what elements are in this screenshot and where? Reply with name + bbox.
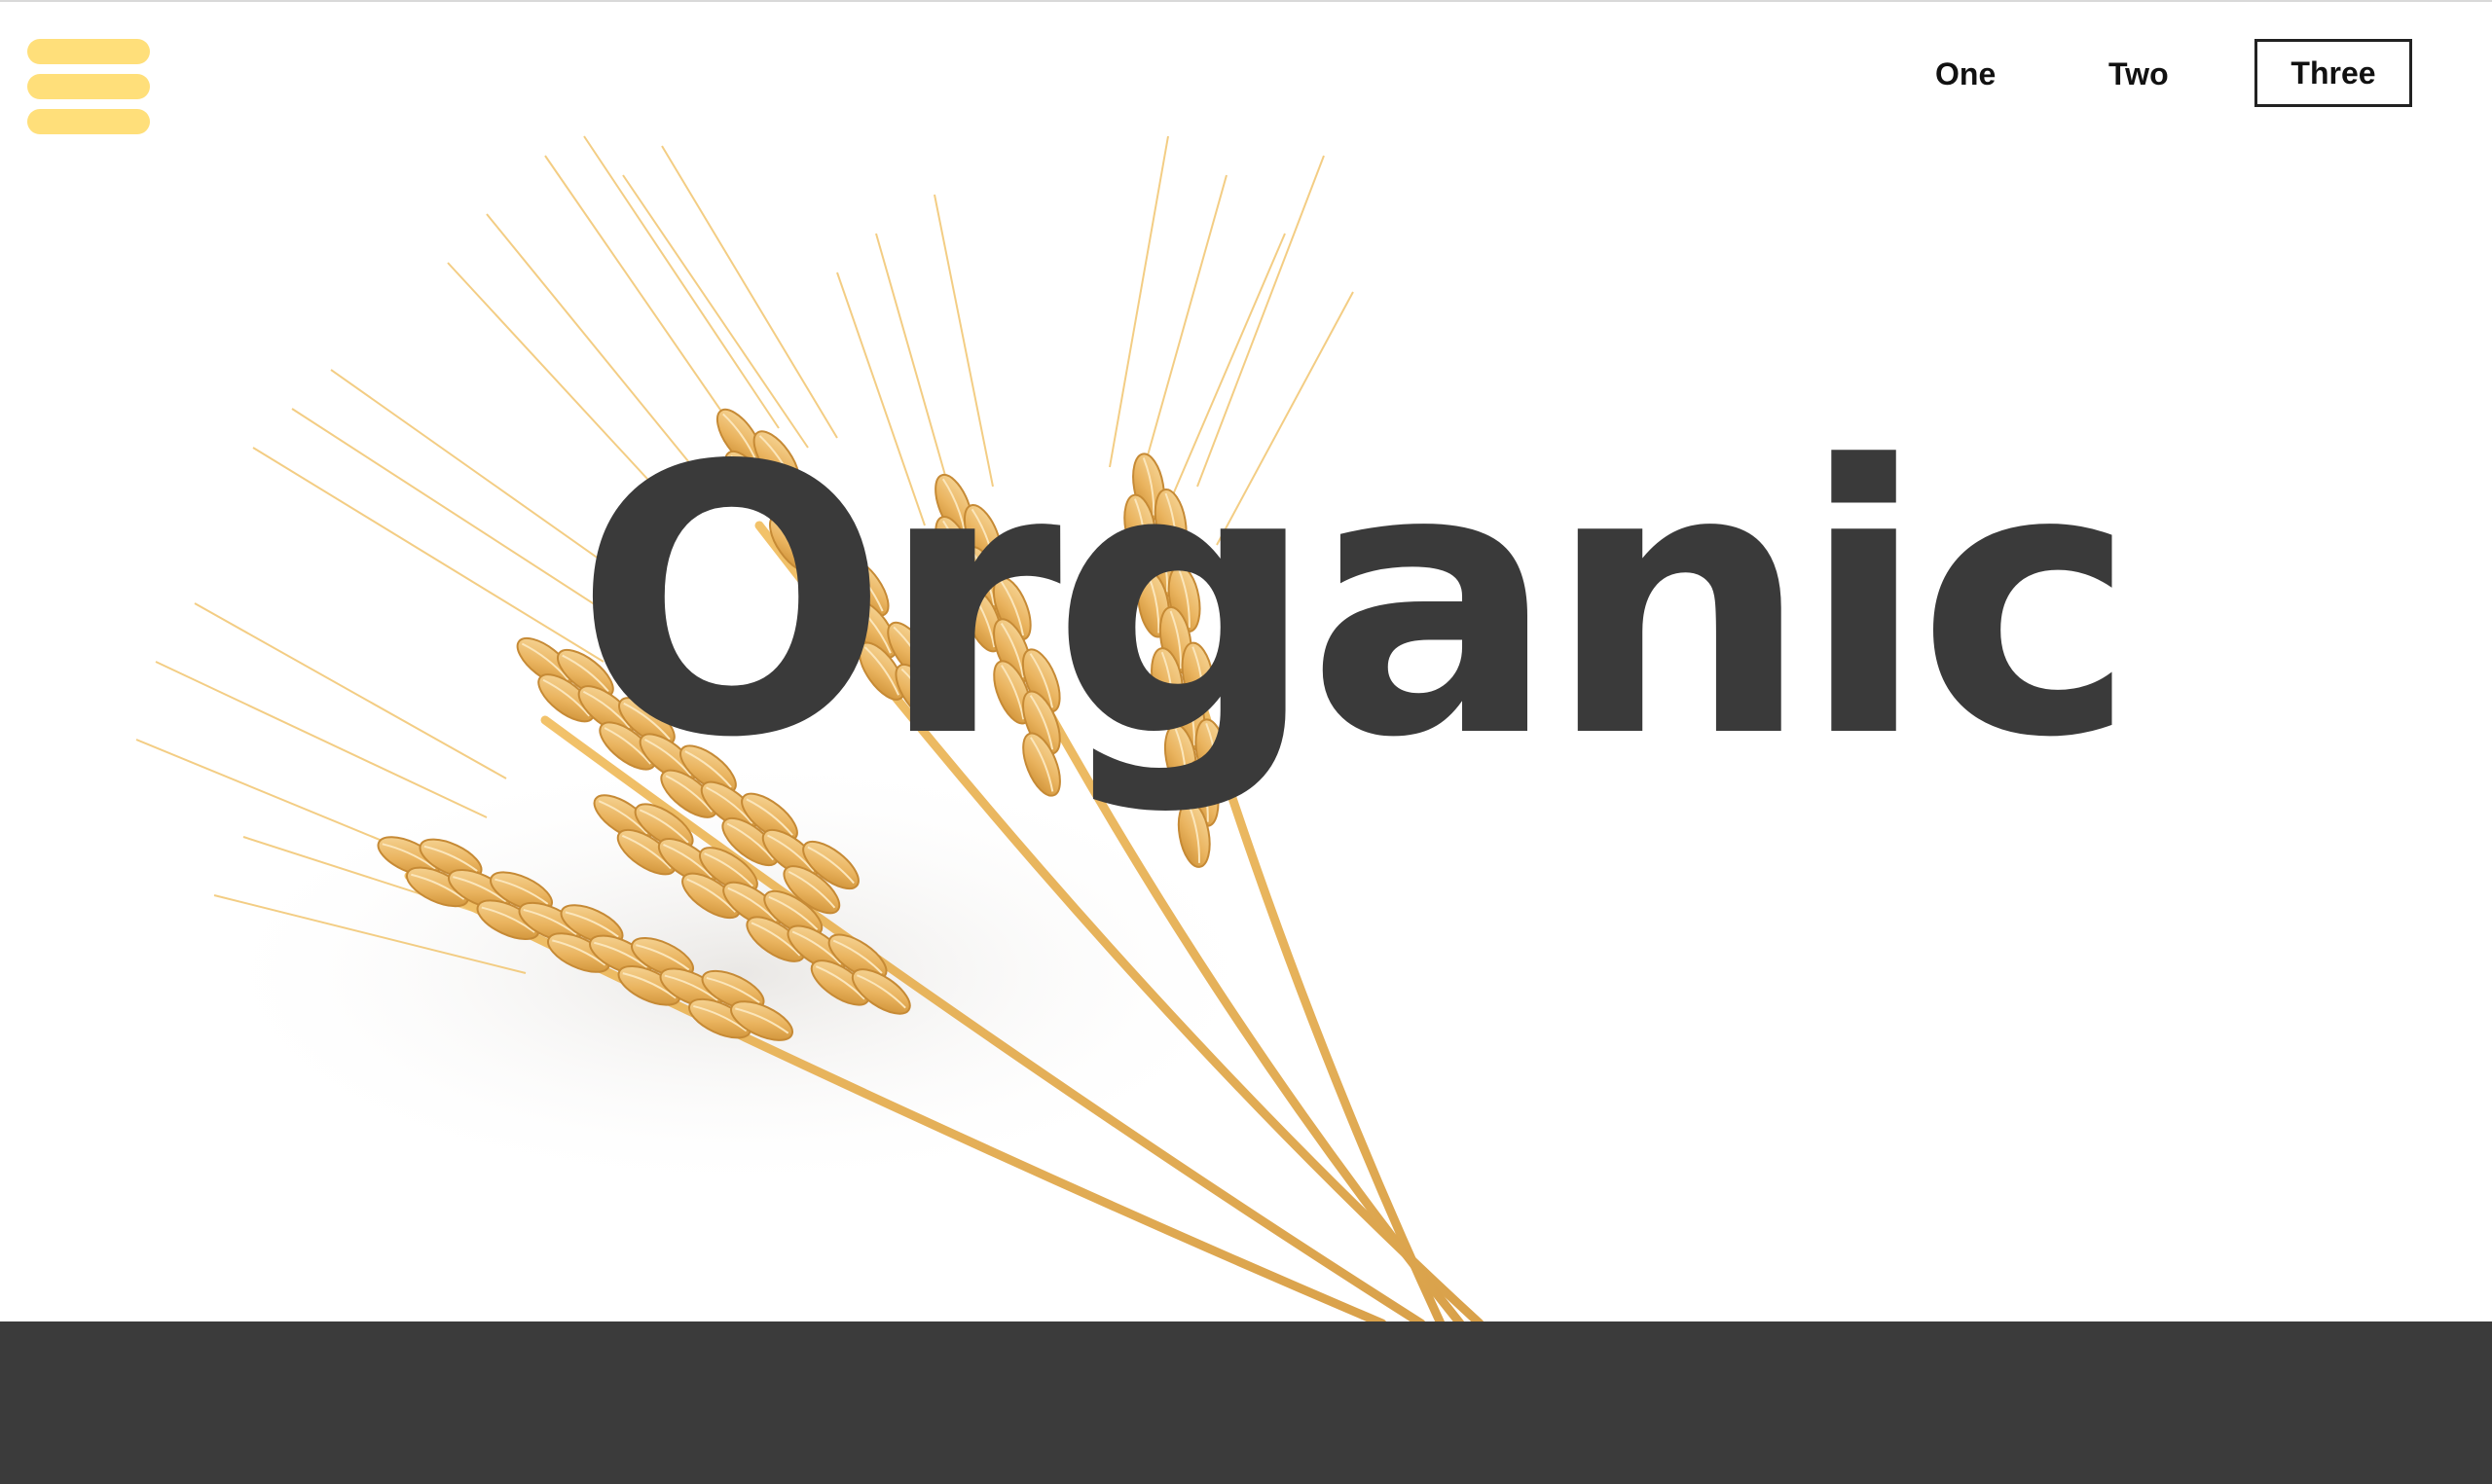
nav-link-one[interactable]: One xyxy=(1935,58,1996,90)
top-divider xyxy=(0,0,2492,2)
menu-bar-middle xyxy=(27,74,150,99)
footer-band xyxy=(0,1321,2492,1484)
nav-button-three[interactable]: Three xyxy=(2254,39,2412,107)
hero-title: Organic xyxy=(574,387,2137,818)
menu-bar-top xyxy=(27,39,150,64)
nav-link-two[interactable]: Two xyxy=(2108,58,2169,90)
page: One Two Three Organic xyxy=(0,0,2492,1484)
